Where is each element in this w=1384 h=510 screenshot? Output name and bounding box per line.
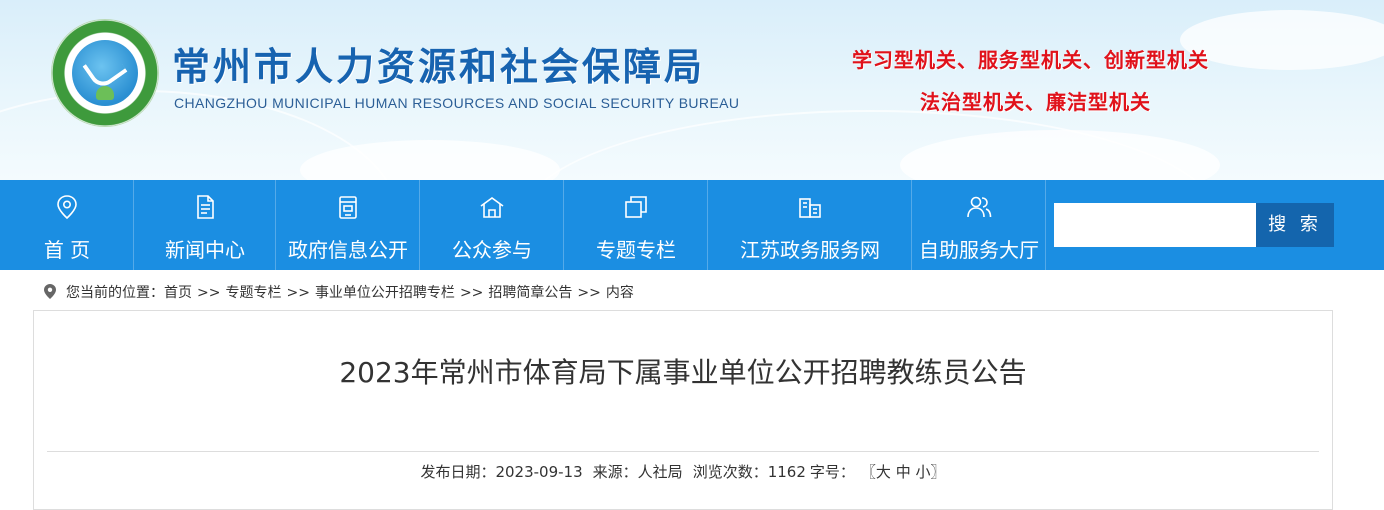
nav-label: 首 页 (43, 238, 91, 262)
font-size-bracket-open: 〖 (860, 463, 876, 481)
font-size-bracket-close: 〗 (930, 463, 946, 481)
nav-item-gov-info[interactable]: 政府信息公开 (276, 180, 420, 270)
nav-item-self-service-hall[interactable]: 自助服务大厅 (912, 180, 1046, 270)
banner-cloud (1180, 10, 1384, 70)
slogan-line-1: 学习型机关、服务型机关、创新型机关 (852, 48, 1209, 72)
nav-label: 新闻中心 (165, 238, 245, 262)
nav-item-news[interactable]: 新闻中心 (134, 180, 276, 270)
search-input[interactable] (1054, 203, 1256, 247)
heart-icon (96, 86, 114, 100)
location-pin-icon (57, 195, 77, 220)
site-subtitle: CHANGZHOU MUNICIPAL HUMAN RESOURCES AND … (174, 95, 740, 111)
logo-emblem (72, 40, 138, 106)
title-divider (47, 451, 1319, 452)
nav-label: 政府信息公开 (288, 238, 408, 262)
nav-label: 江苏政务服务网 (740, 238, 880, 262)
document-icon (197, 195, 214, 219)
location-marker-icon (44, 284, 56, 299)
bird-icon (82, 46, 128, 92)
stacked-windows-icon (625, 196, 647, 218)
article-panel: 2023年常州市体育局下属事业单位公开招聘教练员公告 发布日期：2023-09-… (33, 310, 1333, 510)
nav-label: 公众参与 (452, 238, 532, 262)
breadcrumb-current: 内容 (605, 285, 634, 301)
source-label: 来源： (592, 463, 638, 481)
font-size-large-button[interactable]: 大 (876, 463, 891, 481)
source-value: 人社局 (637, 463, 683, 481)
font-size-medium-button[interactable]: 中 (896, 463, 911, 481)
breadcrumb-separator: >> (197, 285, 221, 301)
views-label: 浏览次数： (692, 463, 768, 481)
nav-label: 自助服务大厅 (919, 238, 1039, 262)
nav-item-public-participation[interactable]: 公众参与 (420, 180, 564, 270)
archive-icon (339, 196, 357, 219)
breadcrumb-link-recruitment-column[interactable]: 事业单位公开招聘专栏 (315, 285, 455, 301)
slogan-line-2: 法治型机关、廉洁型机关 (920, 90, 1151, 114)
nav-item-special-topics[interactable]: 专题专栏 (564, 180, 708, 270)
article-meta: 发布日期：2023-09-13 来源：人社局 浏览次数：1162 字号： 〖大 中 小〗 (34, 461, 1332, 482)
search-button[interactable]: 搜 索 (1256, 203, 1334, 247)
bureau-logo[interactable] (52, 20, 158, 126)
breadcrumb-trail: 您当前的位置：首页 >> 专题专栏 >> 事业单位公开招聘专栏 >> 招聘简章公告 >> 内容 (66, 282, 634, 302)
header-banner: 常州市人力资源和社会保障局 CHANGZHOU MUNICIPAL HUMAN … (0, 0, 1384, 180)
nav-divider (1045, 180, 1046, 270)
breadcrumb-separator: >> (459, 285, 484, 301)
breadcrumb-separator: >> (286, 285, 310, 301)
house-icon (480, 197, 504, 218)
breadcrumb-prefix: 您当前的位置： (66, 285, 164, 301)
users-icon (967, 196, 992, 218)
main-nav: 首 页 新闻中心 政府信息公开 公众参与 专题专栏 江苏政务服务网 自助服务大厅… (0, 180, 1384, 270)
breadcrumb-link-special-topics[interactable]: 专题专栏 (225, 285, 281, 301)
font-size-small-button[interactable]: 小 (916, 463, 931, 481)
publish-date-label: 发布日期： (420, 463, 496, 481)
nav-item-home[interactable]: 首 页 (0, 180, 134, 270)
views-count: 1162 (767, 463, 806, 481)
article-title: 2023年常州市体育局下属事业单位公开招聘教练员公告 (339, 356, 1027, 389)
breadcrumb-link-home[interactable]: 首页 (164, 285, 192, 301)
breadcrumb-separator: >> (577, 285, 601, 301)
font-size-label: 字号： (809, 463, 855, 481)
nav-item-jiangsu-gov-service[interactable]: 江苏政务服务网 (708, 180, 912, 270)
publish-date: 2023-09-13 (495, 463, 583, 481)
breadcrumb-link-announcements[interactable]: 招聘简章公告 (488, 285, 572, 301)
nav-label: 专题专栏 (596, 238, 676, 262)
building-icon (799, 198, 821, 218)
site-title: 常州市人力资源和社会保障局 (172, 45, 706, 89)
